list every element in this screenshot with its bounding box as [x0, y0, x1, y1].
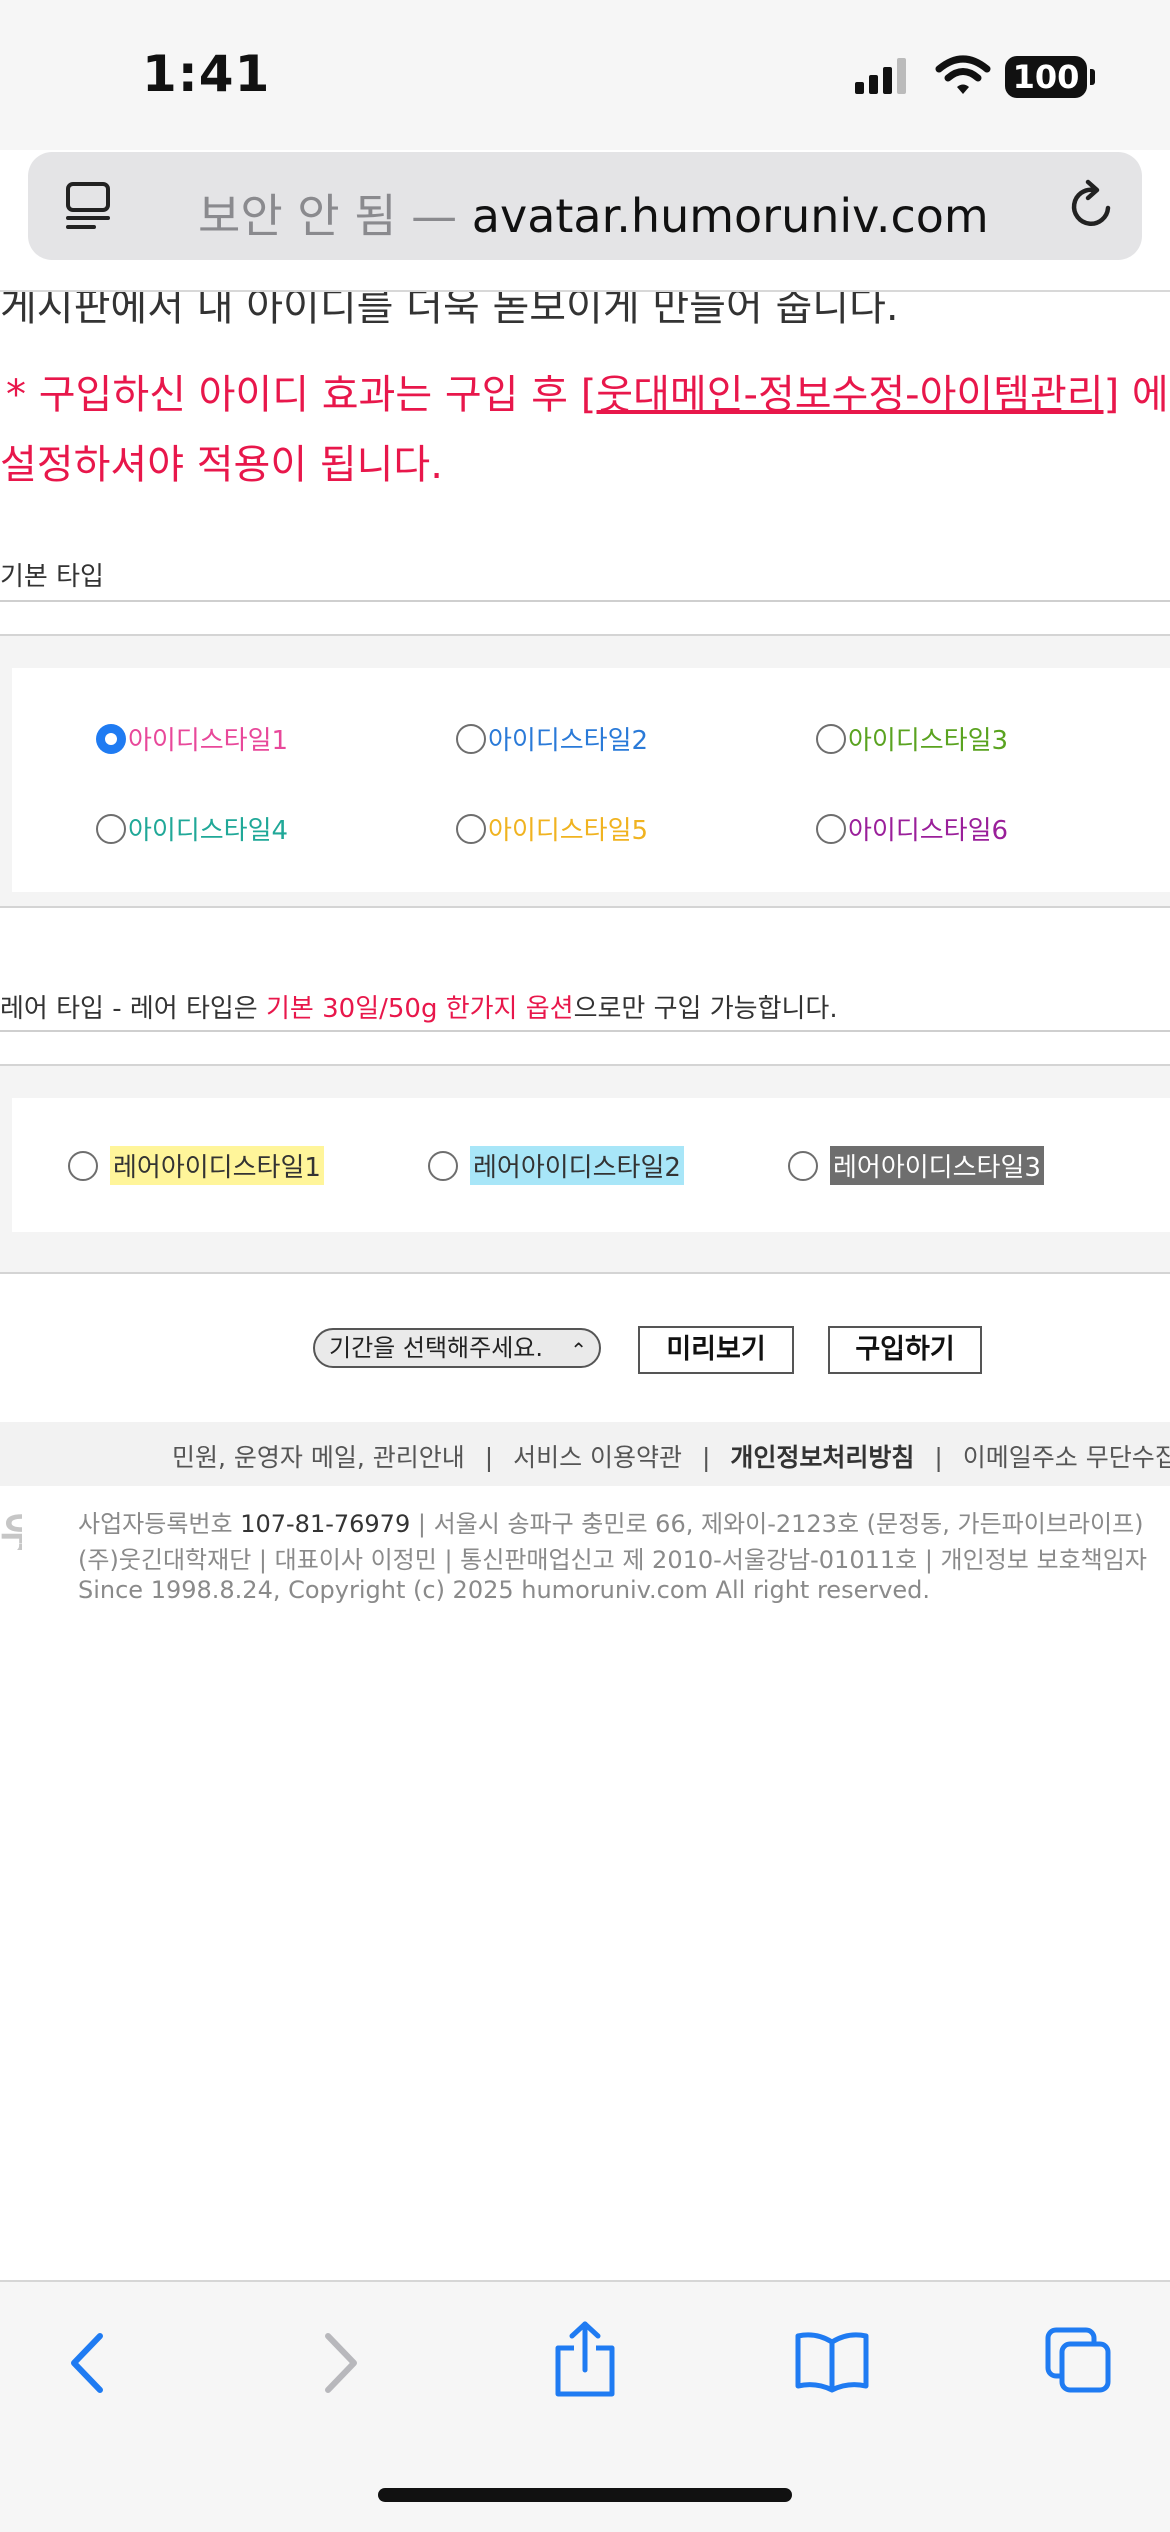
wifi-icon: [935, 55, 991, 94]
rare-option-3[interactable]: 레어아이디스타일3: [788, 1146, 1044, 1185]
tabs-icon[interactable]: [1044, 2326, 1114, 2396]
footer-separator: |: [934, 1443, 943, 1472]
web-content: 게시판에서 내 아이디를 더욱 돋보이게 만들어 줍니다. * 구입하신 아이디…: [0, 292, 1170, 2278]
url-text[interactable]: 보안 안 됨 — avatar.humoruniv.com: [198, 180, 989, 246]
radio-basic-3[interactable]: [816, 723, 846, 754]
radio-basic-2[interactable]: [456, 723, 486, 754]
radio-rare-2[interactable]: [428, 1150, 458, 1181]
rare-type-title: 레어 타입 - 레어 타입은 기본 30일/50g 한가지 옵션으로만 구입 가…: [0, 988, 838, 1025]
rare-option-label: 레어아이디스타일3: [830, 1146, 1044, 1185]
book-icon[interactable]: [794, 2330, 870, 2394]
footer-separator: |: [702, 1443, 711, 1472]
buy-button[interactable]: 구입하기: [828, 1326, 982, 1374]
radio-basic-5[interactable]: [456, 813, 486, 844]
reload-icon[interactable]: [1064, 178, 1120, 234]
radio-rare-1[interactable]: [68, 1150, 98, 1181]
notice-suffix: 에: [1119, 372, 1169, 418]
period-select[interactable]: 기간을 선택해주세요. ⌃: [313, 1328, 601, 1368]
rare-options-panel: 레어아이디스타일1 레어아이디스타일2 레어아이디스타일3: [0, 1064, 1170, 1274]
company-address: | 서울시 송파구 충민로 66, 제와이-2123호 (문정동, 가든파이브라…: [417, 1510, 1144, 1538]
basic-option-label: 아이디스타일5: [488, 816, 649, 846]
radio-rare-3[interactable]: [788, 1150, 818, 1181]
home-indicator: [378, 2488, 792, 2502]
basic-options-box: 아이디스타일1 아이디스타일2 아이디스타일3 아이디스타일4 아이디스타일5 …: [12, 668, 1170, 892]
basic-option-5[interactable]: 아이디스타일5: [456, 810, 648, 847]
notice-line-1: * 구입하신 아이디 효과는 구입 후 [웃대메인-정보수정-아이템관리] 에: [6, 362, 1169, 420]
footer-link-privacy[interactable]: 개인정보처리방침: [730, 1443, 914, 1472]
reg-number-label: 사업자등록번호: [78, 1510, 233, 1538]
select-chevron-icon: ⌃: [570, 1338, 587, 1362]
basic-option-6[interactable]: 아이디스타일6: [816, 810, 1008, 847]
address-bar[interactable]: 보안 안 됨 — avatar.humoruniv.com: [28, 152, 1142, 260]
not-secure-label: 보안 안 됨 —: [198, 189, 458, 243]
radio-basic-4[interactable]: [96, 813, 126, 844]
rare-options-box: 레어아이디스타일1 레어아이디스타일2 레어아이디스타일3: [12, 1098, 1170, 1232]
basic-options-panel: 아이디스타일1 아이디스타일2 아이디스타일3 아이디스타일4 아이디스타일5 …: [0, 634, 1170, 908]
section-divider: [0, 1030, 1170, 1032]
basic-option-2[interactable]: 아이디스타일2: [456, 720, 648, 757]
basic-option-4[interactable]: 아이디스타일4: [96, 810, 288, 847]
battery-nub: [1090, 69, 1095, 85]
footer-copyright: Since 1998.8.24, Copyright (c) 2025 humo…: [78, 1576, 931, 1604]
chevron-left-icon[interactable]: [60, 2328, 116, 2398]
radio-basic-6[interactable]: [816, 813, 846, 844]
rare-title-suffix: 으로만 구입 가능합니다.: [573, 994, 838, 1024]
footer-separator: |: [484, 1443, 494, 1472]
rare-option-2[interactable]: 레어아이디스타일2: [428, 1146, 684, 1185]
footer-link-email-policy[interactable]: 이메일주소 무단수집거부: [963, 1443, 1170, 1472]
rare-option-1[interactable]: 레어아이디스타일1: [68, 1146, 324, 1185]
cellular-signal-icon: [855, 58, 906, 94]
status-time: 1:41: [142, 45, 271, 103]
basic-option-label: 아이디스타일3: [848, 726, 1009, 756]
section-divider: [0, 600, 1170, 602]
basic-option-3[interactable]: 아이디스타일3: [816, 720, 1008, 757]
status-bar: 1:41 100: [0, 0, 1170, 150]
basic-option-label: 아이디스타일2: [488, 726, 649, 756]
rare-option-label: 레어아이디스타일1: [110, 1146, 324, 1185]
notice-line-2: 설정하셔야 적용이 됩니다.: [0, 442, 443, 488]
footer-links: 민원, 운영자 메일, 관리안내 | 서비스 이용약관 | 개인정보처리방침 |…: [0, 1422, 1170, 1486]
battery-indicator: 100: [1005, 56, 1087, 98]
notice-prefix: * 구입하신 아이디 효과는 구입 후: [6, 372, 581, 418]
basic-type-title: 기본 타입: [0, 562, 104, 592]
reg-number: 107-81-76979: [240, 1510, 411, 1538]
basic-option-1[interactable]: 아이디스타일1: [96, 720, 288, 757]
footer-company-line-2: (주)웃긴대학재단 | 대표이사 이정민 | 통신판매업신고 제 2010-서울…: [78, 1546, 1147, 1574]
basic-option-label: 아이디스타일4: [128, 816, 289, 846]
site-logo: 웃: [0, 1498, 22, 1550]
url-domain: avatar.humoruniv.com: [471, 189, 989, 243]
footer-links-row: 민원, 운영자 메일, 관리안내 | 서비스 이용약관 | 개인정보처리방침 |…: [172, 1438, 1170, 1474]
period-select-value: 기간을 선택해주세요.: [329, 1334, 543, 1362]
preview-button[interactable]: 미리보기: [638, 1326, 794, 1374]
chevron-right-icon[interactable]: [312, 2328, 368, 2398]
intro-text: 게시판에서 내 아이디를 더욱 돋보이게 만들어 줍니다.: [0, 292, 899, 330]
item-management-link[interactable]: [웃대메인-정보수정-아이템관리]: [581, 372, 1119, 418]
footer-link-contact[interactable]: 민원, 운영자 메일, 관리안내: [172, 1443, 465, 1472]
footer-link-terms[interactable]: 서비스 이용약관: [513, 1443, 682, 1472]
basic-option-label: 아이디스타일6: [848, 816, 1009, 846]
rare-title-highlight: 기본 30일/50g 한가지 옵션: [266, 994, 574, 1024]
page-menu-icon[interactable]: [64, 180, 116, 232]
share-icon[interactable]: [550, 2320, 620, 2400]
rare-title-prefix: 레어 타입 - 레어 타입은: [0, 994, 266, 1024]
footer-company-line-1: 사업자등록번호 107-81-76979 | 서울시 송파구 충민로 66, 제…: [78, 1504, 1144, 1539]
rare-option-label: 레어아이디스타일2: [470, 1146, 684, 1185]
radio-basic-1[interactable]: [96, 723, 126, 754]
basic-option-label: 아이디스타일1: [128, 726, 289, 756]
